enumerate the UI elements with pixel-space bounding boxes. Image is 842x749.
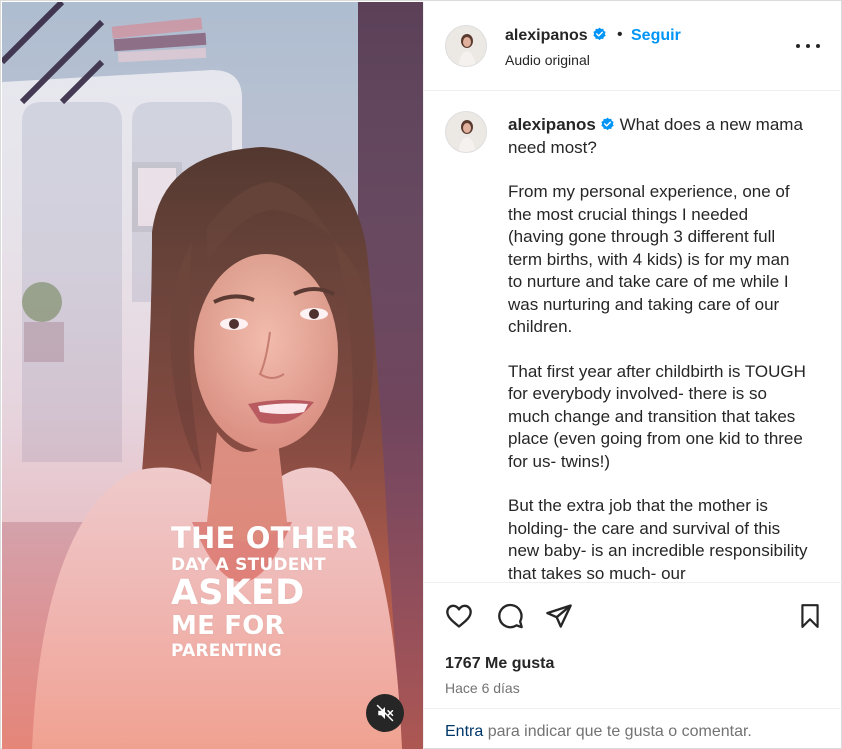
login-link[interactable]: Entra xyxy=(445,723,483,740)
reel-video[interactable]: THE OTHER DAY A STUDENT ASKED ME FOR PAR… xyxy=(2,2,423,749)
header-username[interactable]: alexipanos xyxy=(505,27,607,45)
follow-button[interactable]: Seguir xyxy=(631,27,681,45)
username-text[interactable]: alexipanos xyxy=(505,27,588,44)
share-button[interactable] xyxy=(544,601,574,631)
post-actions: 1767 Me gusta Hace 6 días Entra para ind… xyxy=(424,582,842,749)
caption-paragraph: But the extra job that the mother is hol… xyxy=(508,496,813,582)
caption-paragraph: That first year after childbirth is TOUG… xyxy=(508,361,811,471)
overlay-line: DAY A STUDENT xyxy=(171,555,326,575)
comment-login-bar: Entra para indicar que te gusta o coment… xyxy=(424,708,842,749)
save-button[interactable] xyxy=(795,601,825,631)
post-dialog: THE OTHER DAY A STUDENT ASKED ME FOR PAR… xyxy=(0,0,842,749)
video-text-overlay: THE OTHER DAY A STUDENT ASKED ME FOR PAR… xyxy=(171,524,358,660)
more-options-icon[interactable] xyxy=(796,37,820,55)
avatar[interactable] xyxy=(445,111,487,153)
overlay-line: ME FOR xyxy=(171,611,285,641)
likes-count[interactable]: 1767 Me gusta xyxy=(445,655,554,673)
overlay-line: THE OTHER xyxy=(171,521,358,555)
post-header: alexipanos • Seguir Audio original xyxy=(424,2,842,91)
profile-photo xyxy=(446,26,486,66)
mute-toggle-button[interactable] xyxy=(366,694,404,732)
post-details-panel: alexipanos • Seguir Audio original alexi… xyxy=(423,2,842,749)
verified-badge-icon xyxy=(593,27,606,41)
caption-section: alexipanos What does a new mama need mos… xyxy=(424,92,842,582)
like-button[interactable] xyxy=(444,601,474,631)
audio-link[interactable]: Audio original xyxy=(505,52,590,68)
comment-icon xyxy=(498,603,523,629)
share-icon xyxy=(546,604,572,628)
speaker-muted-icon xyxy=(376,704,394,722)
profile-photo xyxy=(446,112,486,152)
caption-paragraph: From my personal experience, one of the … xyxy=(508,182,795,336)
post-caption: alexipanos What does a new mama need mos… xyxy=(508,114,808,582)
heart-icon xyxy=(446,604,472,628)
comment-button[interactable] xyxy=(495,601,525,631)
bookmark-icon xyxy=(801,604,819,628)
avatar[interactable] xyxy=(445,25,487,67)
comment-prompt: para indicar que te gusta o comentar. xyxy=(483,723,752,740)
overlay-line: PARENTING xyxy=(171,641,282,661)
post-date[interactable]: Hace 6 días xyxy=(445,680,520,696)
caption-username[interactable]: alexipanos xyxy=(508,115,596,134)
verified-badge-icon xyxy=(601,117,614,131)
separator-dot: • xyxy=(617,26,623,43)
overlay-line: ASKED xyxy=(171,573,305,613)
